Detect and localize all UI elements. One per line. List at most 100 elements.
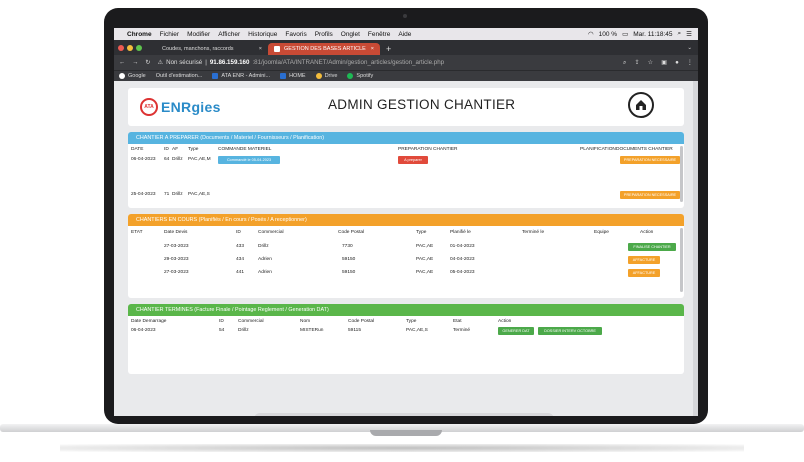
tab-gestion[interactable]: GESTION DES BASES ARTICLE × xyxy=(268,43,380,55)
col-header: DOCUMENTS CHANTIER xyxy=(616,147,673,152)
action-button[interactable]: AFFACTURE xyxy=(628,269,660,277)
col-header: Type xyxy=(416,230,427,235)
table-scrollbar[interactable] xyxy=(680,146,683,202)
menu-fichier[interactable]: Fichier xyxy=(160,31,180,38)
close-tab-icon[interactable]: × xyxy=(371,46,374,52)
clock[interactable]: Mar. 11:18:45 xyxy=(633,31,672,38)
control-center-icon[interactable]: ☰ xyxy=(686,30,692,38)
bookmark-spotify[interactable]: Spotify xyxy=(347,73,373,79)
col-header: Nom xyxy=(300,319,311,324)
spotify-icon xyxy=(347,73,354,79)
zoom-icon[interactable]: ⌕ xyxy=(623,59,626,67)
tab-list-chevron-icon[interactable]: ⌄ xyxy=(687,40,692,55)
col-header: Action xyxy=(498,319,512,324)
menu-historique[interactable]: Historique xyxy=(248,31,277,38)
panel-title: CHANTIER TERMINES (Facture Finale / Poin… xyxy=(128,304,684,316)
panel-chantier-preparer: CHANTIER A PREPARER (Documents / Materie… xyxy=(128,132,684,208)
bookmark-home[interactable]: HOME xyxy=(280,73,306,79)
home-icon xyxy=(636,100,646,110)
laptop-shadow xyxy=(60,444,744,452)
panel-chantiers-en-cours: CHANTIERS EN COURS (Planifiés / En cours… xyxy=(128,214,684,298)
battery-icon[interactable]: ▭ xyxy=(622,30,628,38)
home-button[interactable] xyxy=(628,92,654,118)
col-header: Planifié le xyxy=(450,230,471,235)
back-icon[interactable]: ← xyxy=(119,59,125,66)
url-host: 91.86.159.160 xyxy=(209,59,250,66)
menu-fenetre[interactable]: Fenêtre xyxy=(368,31,390,38)
page-content: ATA ENRgies ADMIN GESTION CHANTIER CHANT… xyxy=(114,81,698,416)
menu-afficher[interactable]: Afficher xyxy=(218,31,240,38)
menu-modifier[interactable]: Modifier xyxy=(187,31,210,38)
google-icon xyxy=(119,73,125,79)
url-field[interactable]: ⚠ Non sécurisé | 91.86.159.160:81/joomla… xyxy=(158,59,445,66)
mac-menubar: Chrome Fichier Modifier Afficher Histori… xyxy=(114,28,698,40)
bookmark-ata[interactable]: ATA ENR - Admini... xyxy=(212,73,270,79)
action-button[interactable]: AFFACTURE xyxy=(628,256,660,264)
star-icon[interactable]: ☆ xyxy=(648,59,654,67)
logo[interactable]: ATA ENRgies xyxy=(140,98,221,116)
minimize-window-icon[interactable] xyxy=(127,44,133,51)
share-icon[interactable]: ⇪ xyxy=(634,59,639,67)
logo-badge: ATA xyxy=(140,98,158,116)
ata-icon xyxy=(212,73,219,79)
col-header: DATE xyxy=(131,147,144,152)
logo-text: ENRgies xyxy=(161,99,221,115)
table-scrollbar[interactable] xyxy=(680,228,683,292)
menu-chrome[interactable]: Chrome xyxy=(127,31,152,38)
profile-icon[interactable]: ● xyxy=(675,59,679,67)
col-header: Commercial xyxy=(238,319,264,324)
col-header: PLANIFICATION xyxy=(580,147,616,152)
laptop-notch xyxy=(370,430,442,436)
panel-title: CHANTIER A PREPARER (Documents / Materie… xyxy=(128,132,684,144)
security-label: Non sécurisé xyxy=(166,59,203,66)
col-header: AF xyxy=(172,147,179,152)
col-header: Etat xyxy=(453,319,462,324)
forward-icon[interactable]: → xyxy=(132,59,138,66)
sidebar-icon[interactable]: ▣ xyxy=(661,59,667,67)
col-header: ID xyxy=(219,319,224,324)
address-bar: ← → ↻ ⚠ Non sécurisé | 91.86.159.160:81/… xyxy=(114,55,698,70)
search-icon[interactable]: ⌕ xyxy=(678,30,682,38)
preparer-button[interactable]: A preparer xyxy=(398,156,428,164)
action-button[interactable]: FINALISE CHANTIER xyxy=(628,243,676,251)
new-tab-button[interactable]: + xyxy=(380,43,397,55)
close-tab-icon[interactable]: × xyxy=(259,46,262,52)
wifi-icon[interactable]: ◠ xyxy=(588,30,594,38)
header-card: ATA ENRgies ADMIN GESTION CHANTIER xyxy=(128,88,684,126)
menu-icon[interactable]: ⋮ xyxy=(687,59,693,67)
bookmark-drive[interactable]: Drive xyxy=(315,73,337,79)
bookmark-outil[interactable]: Outil d'estimation... xyxy=(156,73,203,79)
url-path: :81/joomla/ATA/INTRANET/Admin/gestion_ar… xyxy=(252,59,445,66)
menu-profils[interactable]: Profils xyxy=(315,31,333,38)
commande-button[interactable]: Commandé le 05-04-2023 xyxy=(218,156,280,164)
documents-button[interactable]: PREPARATION NECESSAIRE xyxy=(620,156,680,164)
col-header: ETAT xyxy=(131,230,143,235)
panel-title: CHANTIERS EN COURS (Planifiés / En cours… xyxy=(128,214,684,226)
page-scrollbar[interactable] xyxy=(693,81,698,416)
col-header: Type xyxy=(406,319,417,324)
camera xyxy=(403,14,407,18)
reload-icon[interactable]: ↻ xyxy=(145,59,150,66)
tab-coudes[interactable]: Coudes, manchons, raccords × xyxy=(156,43,268,55)
tab-label: GESTION DES BASES ARTICLE xyxy=(284,46,366,52)
menu-onglet[interactable]: Onglet xyxy=(341,31,360,38)
col-header: COMMANDE MATERIEL xyxy=(218,147,272,152)
zoom-window-icon[interactable] xyxy=(136,44,142,51)
generer-dat-button[interactable]: GENERER DAT xyxy=(498,327,534,335)
col-header: Date Demarrage xyxy=(131,319,167,324)
documents-button[interactable]: PREPARATION NECESSAIRE xyxy=(620,191,680,199)
close-window-icon[interactable] xyxy=(118,44,124,51)
panel-chantier-termines: CHANTIER TERMINES (Facture Finale / Poin… xyxy=(128,304,684,374)
screen: Chrome Fichier Modifier Afficher Histori… xyxy=(114,28,698,416)
col-header: Commercial xyxy=(258,230,284,235)
col-header: Date Devis xyxy=(164,230,188,235)
drive-icon xyxy=(315,73,322,79)
favicon-icon xyxy=(274,46,280,52)
col-header: Type xyxy=(188,147,199,152)
col-header: ID xyxy=(236,230,241,235)
menu-favoris[interactable]: Favoris xyxy=(285,31,306,38)
menu-aide[interactable]: Aide xyxy=(398,31,411,38)
browser-tools: ⌕ ⇪ ☆ ▣ ● ⋮ xyxy=(623,59,693,67)
dossier-button[interactable]: DOSSIER INTERV OCTOBRE xyxy=(538,327,602,335)
bookmark-google[interactable]: Google xyxy=(119,73,146,79)
